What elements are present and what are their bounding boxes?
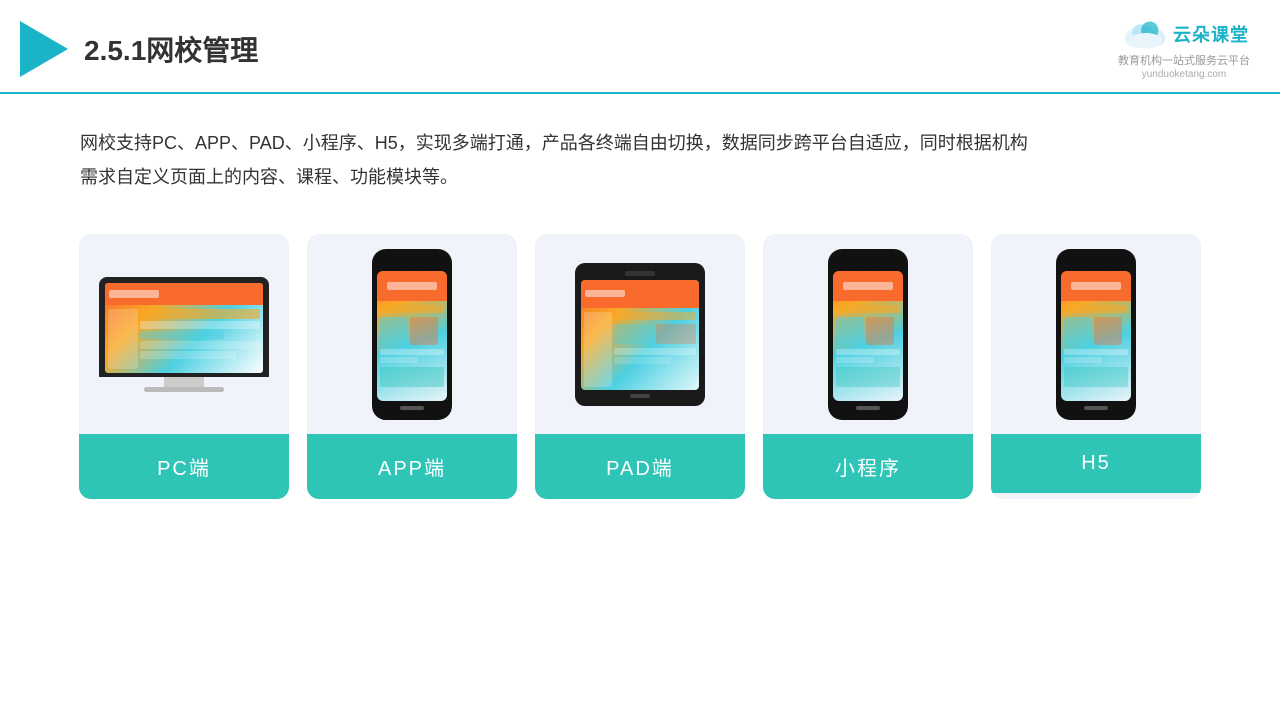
logo-name: 云朵课堂 <box>1173 21 1249 47</box>
card-pad: PAD端 <box>535 234 745 499</box>
card-miniprogram-label: 小程序 <box>763 434 973 499</box>
app-phone-mockup <box>372 249 452 420</box>
header: 2.5.1网校管理 云朵课堂 教育机构一站式服务云平台 yunduoketang… <box>0 0 1280 94</box>
card-pad-image <box>535 234 745 434</box>
card-pc-image <box>79 234 289 434</box>
cards-container: PC端 <box>0 214 1280 519</box>
logo-url: yunduoketang.com <box>1142 69 1227 80</box>
card-pc-label: PC端 <box>79 434 289 499</box>
description-text: 网校支持PC、APP、PAD、小程序、H5，实现多端打通，产品各终端自由切换，数… <box>80 126 1200 194</box>
card-miniprogram: 小程序 <box>763 234 973 499</box>
h5-phone-mockup <box>1056 249 1136 420</box>
brand-triangle-icon <box>20 21 68 77</box>
card-h5: H5 <box>991 234 1201 499</box>
card-app: APP端 <box>307 234 517 499</box>
pc-mockup <box>99 277 269 392</box>
card-pc: PC端 <box>79 234 289 499</box>
description-section: 网校支持PC、APP、PAD、小程序、H5，实现多端打通，产品各终端自由切换，数… <box>0 94 1280 214</box>
card-h5-image <box>991 234 1201 434</box>
cloud-icon <box>1119 18 1167 50</box>
miniprogram-phone-mockup <box>828 249 908 420</box>
card-miniprogram-image <box>763 234 973 434</box>
card-app-image <box>307 234 517 434</box>
pad-tablet-mockup <box>575 263 705 406</box>
page-title: 2.5.1网校管理 <box>84 29 258 69</box>
logo-tagline: 教育机构一站式服务云平台 <box>1118 52 1250 68</box>
card-pad-label: PAD端 <box>535 434 745 499</box>
card-h5-label: H5 <box>991 434 1201 493</box>
cloud-logo-container: 云朵课堂 <box>1119 18 1249 50</box>
header-left: 2.5.1网校管理 <box>20 21 258 77</box>
card-app-label: APP端 <box>307 434 517 499</box>
company-logo: 云朵课堂 教育机构一站式服务云平台 yunduoketang.com <box>1118 18 1250 80</box>
